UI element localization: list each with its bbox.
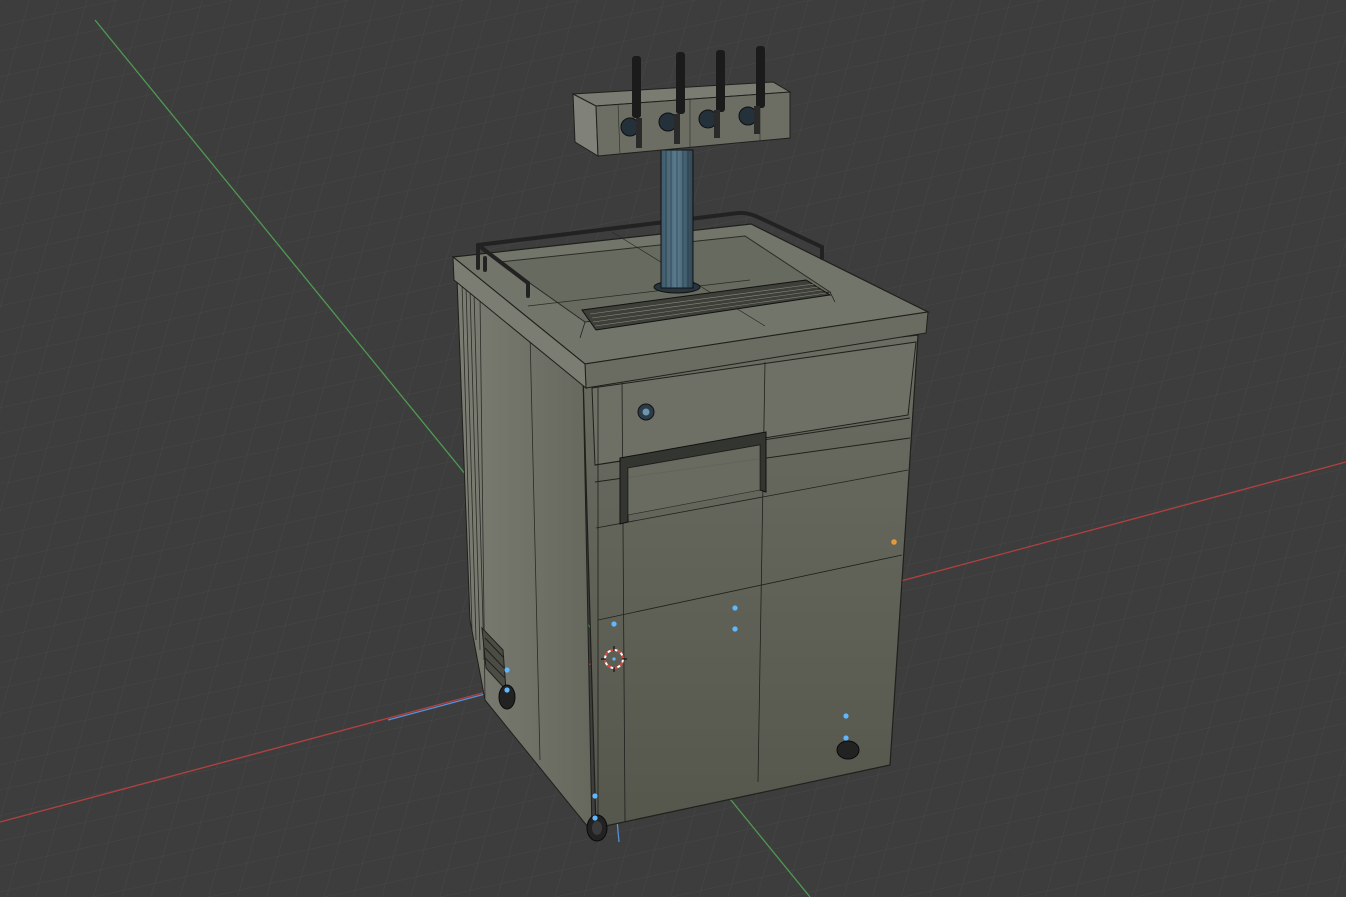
vertex-point[interactable] [732, 626, 738, 632]
vertex-point[interactable] [592, 793, 598, 799]
vertex-point[interactable] [504, 687, 510, 693]
vertex-point[interactable] [592, 815, 598, 821]
vertex-point[interactable] [504, 667, 510, 673]
vertex-point[interactable] [843, 713, 849, 719]
vertex-point[interactable] [611, 621, 617, 627]
caster-wheel-front-right [836, 740, 860, 760]
active-vertex-point[interactable] [891, 539, 897, 545]
3d-viewport[interactable] [0, 0, 1346, 897]
thermostat-dial-icon[interactable] [637, 403, 655, 421]
vertex-point[interactable] [732, 605, 738, 611]
beer-tower-column [653, 149, 701, 294]
vertex-point[interactable] [843, 735, 849, 741]
